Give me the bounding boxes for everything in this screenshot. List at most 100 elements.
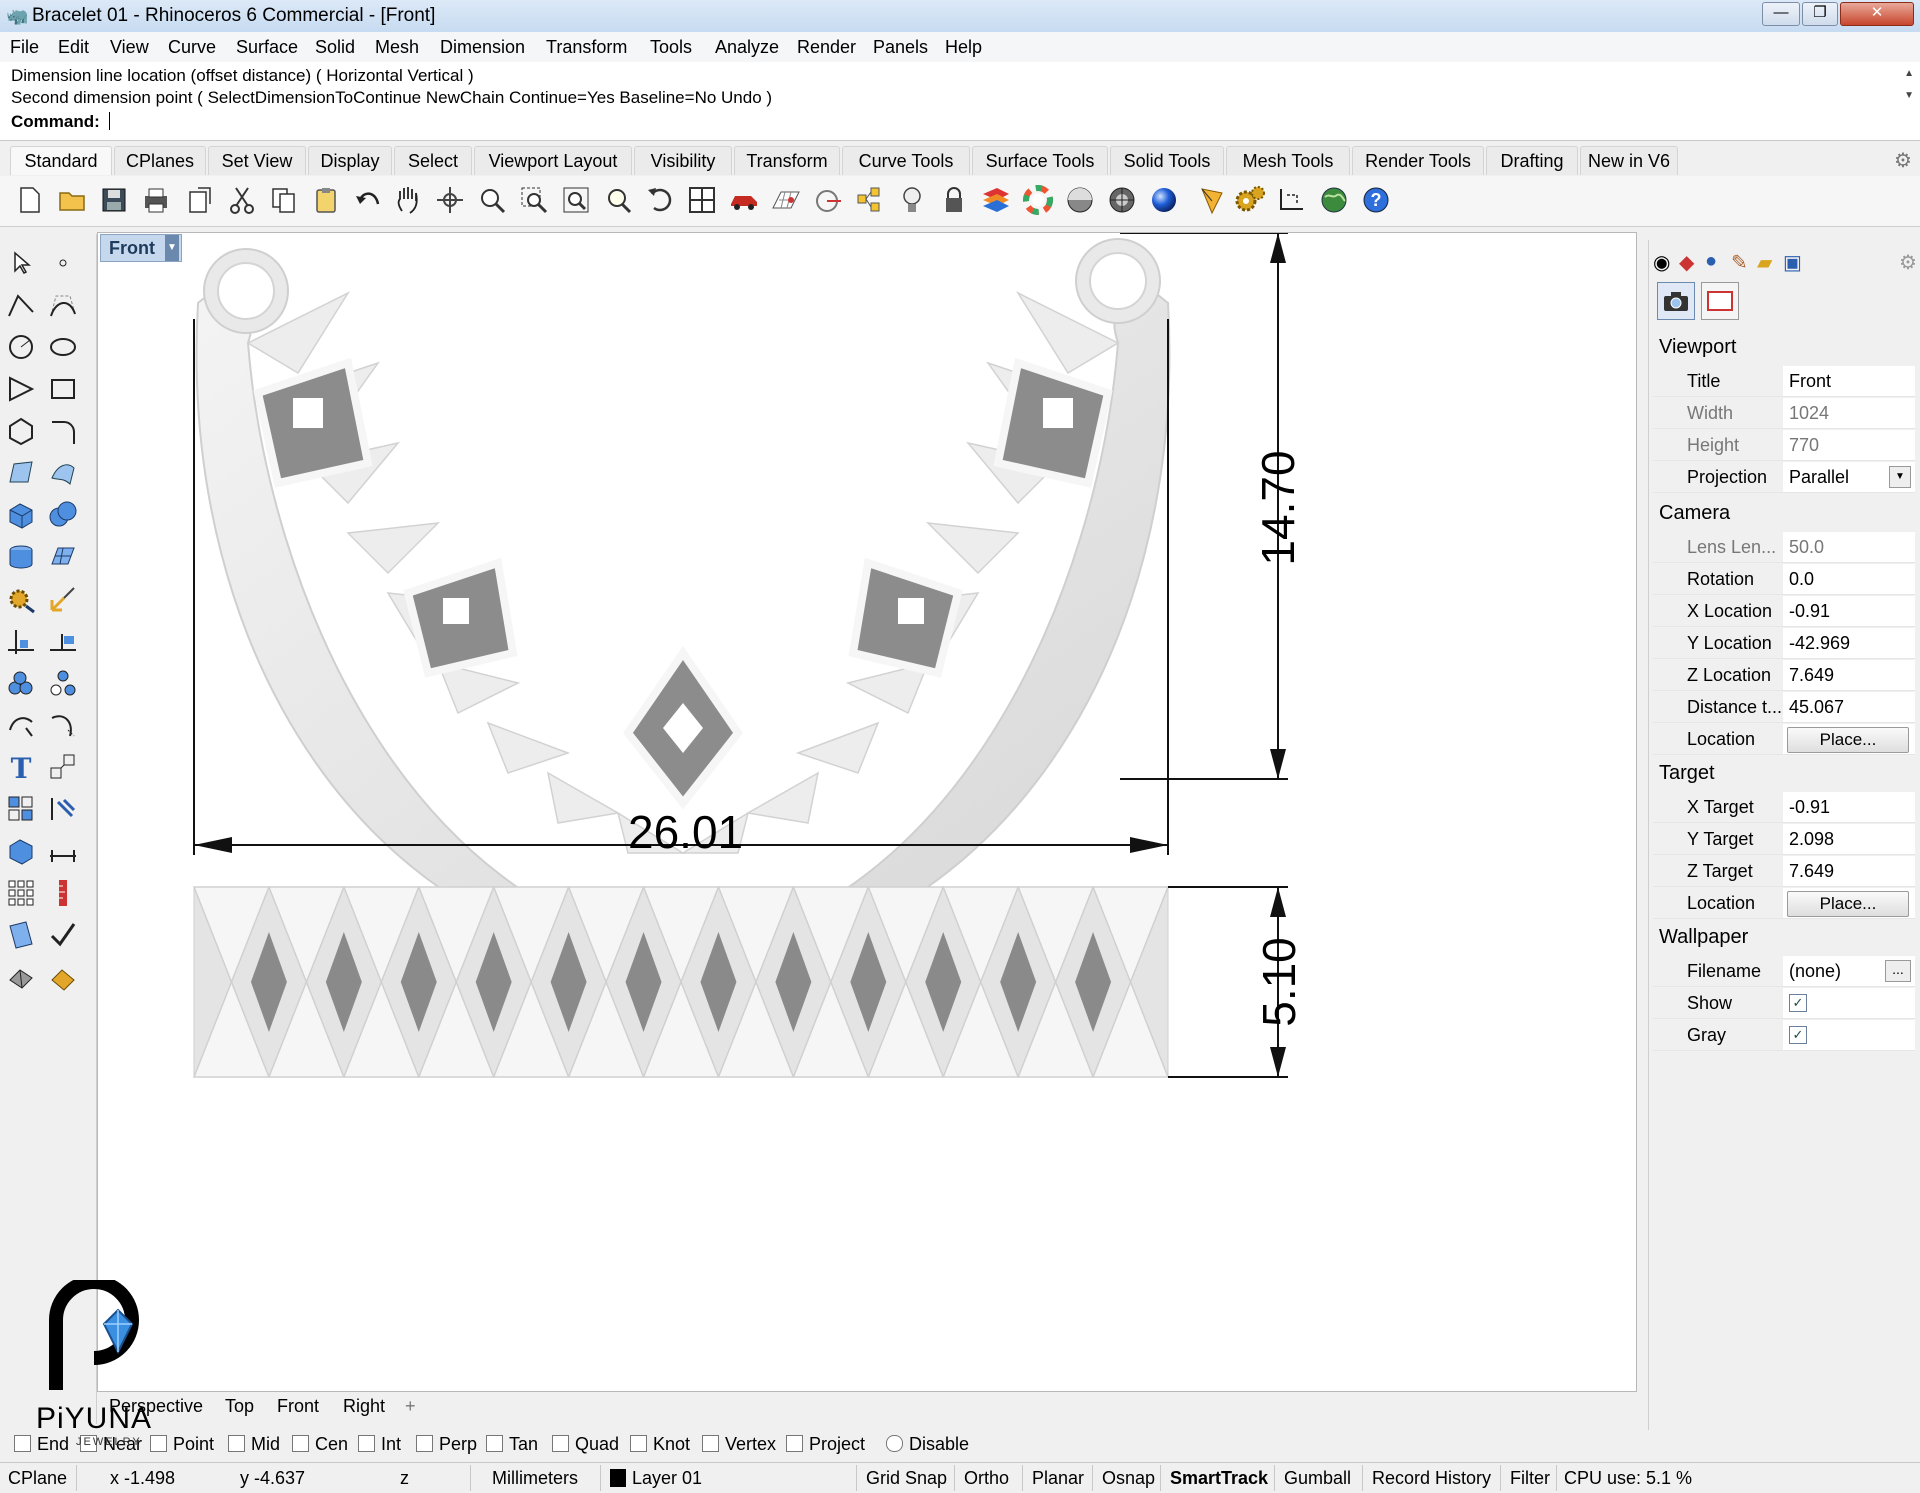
four-viewports-icon[interactable] [686, 184, 718, 216]
tab-transform[interactable]: Transform [734, 146, 840, 175]
close-button[interactable]: ✕ [1840, 2, 1914, 26]
scroll-up-icon[interactable]: ▲ [1904, 68, 1914, 79]
osnap-cen[interactable]: Cen [292, 1434, 348, 1455]
group-icon[interactable] [4, 666, 38, 700]
title-field[interactable]: Front [1789, 371, 1909, 392]
gear-icon[interactable]: ⚙ [1894, 148, 1912, 173]
polygon-icon[interactable] [4, 414, 38, 448]
z-target-field[interactable]: 7.649 [1789, 861, 1909, 882]
boolean-union-icon[interactable] [46, 498, 80, 532]
zoom-selected-icon[interactable] [602, 184, 634, 216]
osnap-project[interactable]: Project [786, 1434, 865, 1455]
menu-dimension[interactable]: Dimension [440, 37, 525, 58]
tab-front[interactable]: Front [277, 1396, 319, 1417]
menu-render[interactable]: Render [797, 37, 856, 58]
copy-icon[interactable] [268, 184, 300, 216]
osnap-disable[interactable]: Disable [886, 1434, 969, 1455]
menu-panels[interactable]: Panels [873, 37, 928, 58]
rotate-view-icon[interactable] [644, 184, 676, 216]
tab-new-in-v6[interactable]: New in V6 [1580, 146, 1678, 175]
paint-icon[interactable] [46, 960, 80, 994]
y-target-field[interactable]: 2.098 [1789, 829, 1909, 850]
text-icon[interactable]: T [4, 750, 38, 784]
folder-icon[interactable]: ▰ [1757, 250, 1772, 275]
light-icon[interactable] [896, 184, 928, 216]
loft-icon[interactable] [46, 456, 80, 490]
paste-icon[interactable] [310, 184, 342, 216]
add-viewport-icon[interactable]: + [405, 1396, 416, 1417]
layers-icon[interactable]: ◆ [1679, 250, 1694, 275]
polyline-icon[interactable] [4, 288, 38, 322]
tab-viewport-layout[interactable]: Viewport Layout [474, 146, 632, 175]
select-arrow-icon[interactable] [4, 246, 38, 280]
color-wheel-icon[interactable]: ◉ [1653, 250, 1670, 275]
curve-icon[interactable] [46, 288, 80, 322]
osnap-quad[interactable]: Quad [552, 1434, 619, 1455]
smarttrack-toggle[interactable]: SmartTrack [1170, 1468, 1268, 1489]
z-location-field[interactable]: 7.649 [1789, 665, 1909, 686]
gray-checkbox[interactable]: ✓ [1789, 1026, 1807, 1044]
tab-top[interactable]: Top [225, 1396, 254, 1417]
block-icon[interactable] [4, 834, 38, 868]
brush-icon[interactable]: ✎ [1731, 250, 1748, 275]
viewport-rect-icon[interactable] [1701, 282, 1739, 320]
ruler-icon[interactable] [46, 876, 80, 910]
zoom-icon[interactable] [476, 184, 508, 216]
dimension-icon[interactable] [1276, 184, 1308, 216]
tab-cplanes[interactable]: CPlanes [114, 146, 206, 175]
chevron-down-icon[interactable]: ▼ [1889, 466, 1911, 488]
scale-icon[interactable] [46, 750, 80, 784]
earth-icon[interactable] [1318, 184, 1350, 216]
cut-icon[interactable] [226, 184, 258, 216]
osnap-knot[interactable]: Knot [630, 1434, 690, 1455]
menu-solid[interactable]: Solid [315, 37, 355, 58]
osnap-vertex[interactable]: Vertex [702, 1434, 776, 1455]
mesh-icon[interactable] [46, 540, 80, 574]
trim-icon[interactable] [4, 624, 38, 658]
menu-help[interactable]: Help [945, 37, 982, 58]
menu-tools[interactable]: Tools [650, 37, 692, 58]
ellipse-icon[interactable] [46, 330, 80, 364]
tab-solid-tools[interactable]: Solid Tools [1110, 146, 1224, 175]
layout-icon[interactable] [4, 918, 38, 952]
blue-sphere-icon[interactable] [1148, 184, 1180, 216]
osnap-tan[interactable]: Tan [486, 1434, 538, 1455]
arc-icon[interactable] [4, 372, 38, 406]
tab-mesh-tools[interactable]: Mesh Tools [1226, 146, 1350, 175]
mirror-icon[interactable] [46, 792, 80, 826]
distance-field[interactable]: 45.067 [1789, 697, 1909, 718]
camera-place-button[interactable]: Place... [1787, 727, 1909, 753]
browse-button[interactable]: ... [1885, 960, 1911, 982]
grid-snap-toggle[interactable]: Grid Snap [866, 1468, 947, 1489]
circle-icon[interactable] [4, 330, 38, 364]
tab-set-view[interactable]: Set View [208, 146, 306, 175]
array-icon[interactable] [4, 876, 38, 910]
rectangle-icon[interactable] [46, 372, 80, 406]
tab-surface-tools[interactable]: Surface Tools [972, 146, 1108, 175]
tab-render-tools[interactable]: Render Tools [1352, 146, 1484, 175]
check-icon[interactable] [46, 918, 80, 952]
help-icon[interactable]: ? [1360, 184, 1392, 216]
import-icon[interactable] [184, 184, 216, 216]
lock-icon[interactable] [938, 184, 970, 216]
tab-right[interactable]: Right [343, 1396, 385, 1417]
show-checkbox[interactable]: ✓ [1789, 994, 1807, 1012]
ortho-toggle[interactable]: Ortho [964, 1468, 1009, 1489]
units-status[interactable]: Millimeters [492, 1468, 578, 1489]
ungroup-icon[interactable] [46, 666, 80, 700]
blend-icon[interactable] [46, 708, 80, 742]
box-icon[interactable] [4, 498, 38, 532]
render-sphere-icon[interactable] [1106, 184, 1138, 216]
tab-curve-tools[interactable]: Curve Tools [842, 146, 970, 175]
tab-display[interactable]: Display [308, 146, 392, 175]
cplane-icon[interactable] [812, 184, 844, 216]
viewport-canvas[interactable] [98, 233, 1636, 1391]
cylinder-icon[interactable] [4, 540, 38, 574]
open-icon[interactable] [56, 184, 88, 216]
viewport-title-tab[interactable]: Front ▼ [100, 234, 182, 262]
dimension-tool-icon[interactable] [46, 834, 80, 868]
y-location-field[interactable]: -42.969 [1789, 633, 1909, 654]
camera-icon[interactable] [1657, 282, 1695, 320]
gear-icon[interactable]: ⚙ [1899, 250, 1917, 275]
layer-icon[interactable] [980, 184, 1012, 216]
